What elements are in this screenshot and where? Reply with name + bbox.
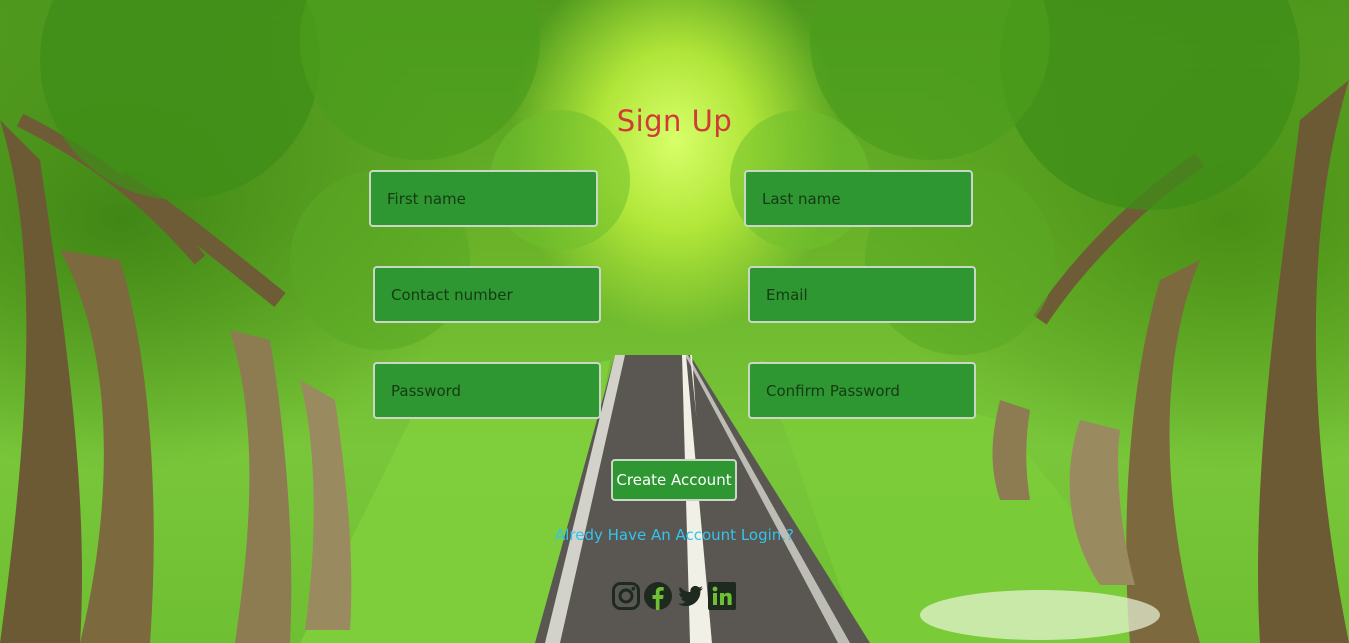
create-account-button[interactable]: Create Account	[611, 459, 737, 501]
login-link[interactable]: Alredy Have An Account Login.?	[0, 526, 1349, 544]
first-name-field[interactable]	[369, 170, 598, 227]
last-name-field[interactable]	[744, 170, 973, 227]
social-links	[611, 581, 739, 611]
facebook-icon[interactable]	[643, 581, 673, 611]
email-field[interactable]	[748, 266, 976, 323]
instagram-icon[interactable]	[611, 581, 641, 611]
linkedin-icon[interactable]	[707, 581, 737, 611]
page-title: Sign Up	[616, 104, 733, 138]
forest-road-background	[0, 0, 1349, 643]
password-field[interactable]	[373, 362, 601, 419]
twitter-icon[interactable]	[675, 581, 705, 611]
contact-number-field[interactable]	[373, 266, 601, 323]
confirm-password-field[interactable]	[748, 362, 976, 419]
